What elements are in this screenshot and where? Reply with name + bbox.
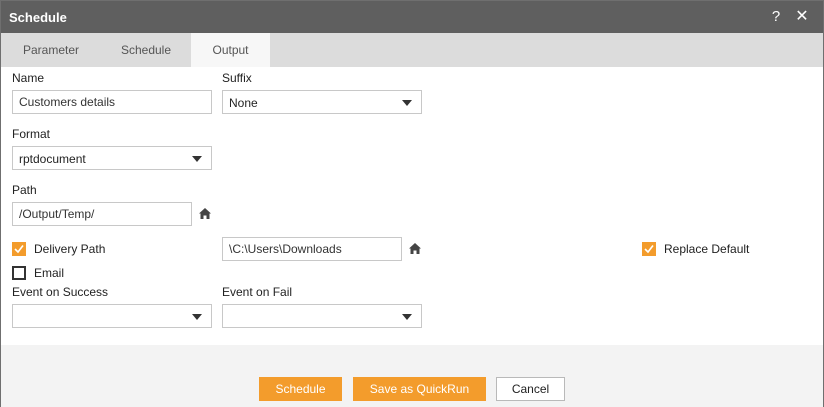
- path-input[interactable]: [12, 202, 192, 226]
- tab-schedule[interactable]: Schedule: [101, 33, 191, 67]
- dropdown-arrow-icon: [192, 314, 202, 320]
- dropdown-arrow-icon: [402, 100, 412, 106]
- suffix-value: None: [229, 96, 258, 110]
- event-on-success-select[interactable]: [12, 304, 212, 328]
- event-on-fail-label: Event on Fail: [222, 285, 293, 299]
- name-input[interactable]: [12, 90, 212, 114]
- output-form: Name Suffix None Format rptdocument Path…: [1, 67, 823, 345]
- schedule-button[interactable]: Schedule: [259, 377, 342, 401]
- dialog-title: Schedule: [9, 10, 67, 25]
- delivery-path-label: Delivery Path: [34, 242, 106, 256]
- checkmark-icon: [644, 245, 654, 254]
- path-label: Path: [12, 183, 37, 197]
- schedule-dialog: Schedule ? ✕ Parameter Schedule Output N…: [0, 0, 824, 407]
- suffix-select[interactable]: None: [222, 90, 422, 114]
- checkmark-icon: [14, 245, 24, 254]
- replace-default-label: Replace Default: [664, 242, 750, 256]
- save-as-quickrun-button[interactable]: Save as QuickRun: [353, 377, 486, 401]
- dialog-footer: Schedule Save as QuickRun Cancel: [1, 345, 823, 407]
- format-select[interactable]: rptdocument: [12, 146, 212, 170]
- replace-default-checkbox[interactable]: [642, 242, 656, 256]
- suffix-label: Suffix: [222, 71, 252, 85]
- tab-bar: Parameter Schedule Output: [1, 33, 823, 67]
- home-icon[interactable]: [199, 208, 213, 222]
- format-value: rptdocument: [19, 152, 86, 166]
- dropdown-arrow-icon: [402, 314, 412, 320]
- cancel-button[interactable]: Cancel: [496, 377, 565, 401]
- title-bar: Schedule ? ✕: [1, 1, 823, 33]
- delivery-path-checkbox[interactable]: [12, 242, 26, 256]
- home-icon[interactable]: [409, 243, 423, 257]
- email-label: Email: [34, 266, 65, 280]
- email-checkbox[interactable]: [12, 266, 26, 280]
- delivery-path-input[interactable]: [222, 237, 402, 261]
- format-label: Format: [12, 127, 51, 141]
- tab-output[interactable]: Output: [191, 33, 270, 67]
- name-label: Name: [12, 71, 45, 85]
- close-icon[interactable]: ✕: [793, 7, 811, 27]
- dropdown-arrow-icon: [192, 156, 202, 162]
- event-on-success-label: Event on Success: [12, 285, 109, 299]
- event-on-fail-select[interactable]: [222, 304, 422, 328]
- tab-parameter[interactable]: Parameter: [1, 33, 101, 67]
- help-icon[interactable]: ?: [767, 7, 785, 27]
